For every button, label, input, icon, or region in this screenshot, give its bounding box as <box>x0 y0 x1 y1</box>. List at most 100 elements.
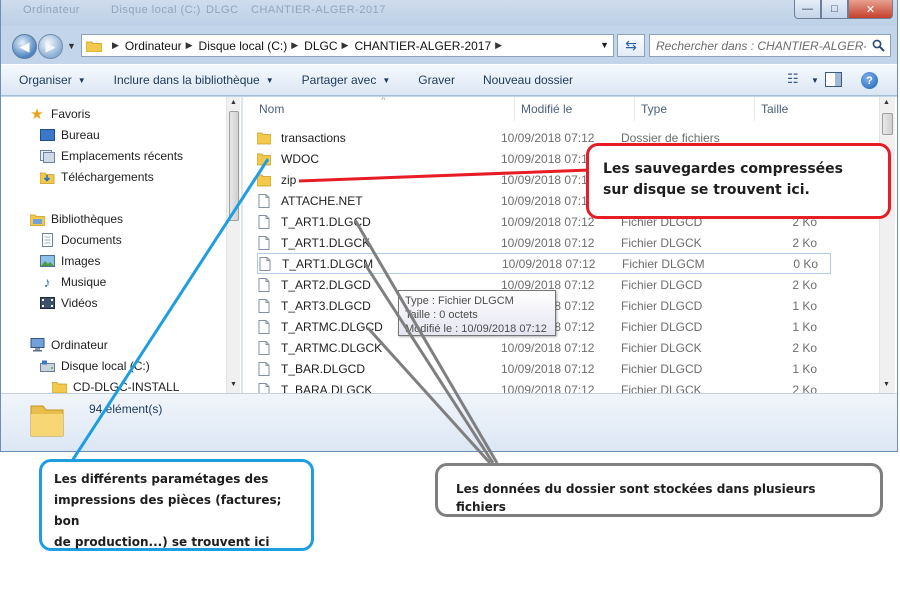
file-list-scrollbar[interactable]: ▲ ▼ <box>879 97 895 393</box>
minimize-button[interactable]: — <box>794 0 821 19</box>
file-type: Fichier DLGCK <box>621 382 702 394</box>
file-list-scroll-thumb[interactable] <box>882 113 893 135</box>
scroll-up-icon[interactable]: ▲ <box>230 99 237 106</box>
scroll-down-icon[interactable]: ▼ <box>883 381 890 388</box>
column-header-type[interactable]: Type <box>635 97 755 121</box>
breadcrumb-ordinateur[interactable]: Ordinateur <box>125 39 182 53</box>
documents-icon <box>39 233 55 247</box>
refresh-button[interactable]: ⇆ <box>617 34 645 57</box>
file-name: T_ART1.DLGCK <box>281 235 371 250</box>
nav-scrollbar[interactable]: ▲ ▼ <box>226 97 240 393</box>
recent-pages-dropdown[interactable]: ▼ <box>67 41 76 51</box>
nav-desktop[interactable]: Bureau <box>39 128 100 142</box>
column-header-size[interactable]: Taille <box>755 97 875 121</box>
breadcrumb-local-disk[interactable]: Disque local (C:) <box>199 39 288 53</box>
nav-music[interactable]: ♪ Musique <box>39 274 107 290</box>
nav-cd-install[interactable]: CD-DLGC-INSTALL <box>51 380 179 393</box>
nav-documents[interactable]: Documents <box>39 233 122 247</box>
chevron-down-icon[interactable]: ▼ <box>811 76 819 85</box>
address-row: ◀ ▶ ▼ ▶ Ordinateur ▶ Disque local (C:) ▶… <box>1 28 897 62</box>
folder-icon <box>257 153 271 165</box>
file-type: Fichier DLGCD <box>621 319 703 334</box>
scroll-down-icon[interactable]: ▼ <box>230 381 237 388</box>
file-row[interactable]: T_BARA.DLGCK 10/09/2018 07:12 Fichier DLGC… <box>257 379 831 393</box>
music-icon: ♪ <box>43 274 51 290</box>
videos-icon <box>39 296 55 310</box>
nav-label: Ordinateur <box>51 338 108 352</box>
organize-label: Organiser <box>19 73 72 87</box>
file-size: 2 Ko <box>792 277 817 292</box>
file-row[interactable]: T_ART1.DLGCK 10/09/2018 07:12 Fichier DLGC… <box>257 232 831 253</box>
address-history-dropdown[interactable]: ▼ <box>600 40 609 50</box>
file-icon <box>258 382 270 393</box>
nav-label: Images <box>61 254 101 268</box>
address-bar[interactable]: ▶ Ordinateur ▶ Disque local (C:) ▶ DLGC … <box>81 34 614 57</box>
folder-icon <box>257 174 271 186</box>
chevron-down-icon: ▼ <box>265 75 274 85</box>
close-button[interactable]: ✕ <box>848 0 893 19</box>
breadcrumb-separator[interactable]: ▶ <box>342 40 349 51</box>
nav-recent-places[interactable]: Emplacements récents <box>39 149 183 163</box>
search-box[interactable] <box>649 34 891 57</box>
search-icon[interactable] <box>872 39 885 52</box>
breadcrumb-separator[interactable]: ▶ <box>495 40 502 51</box>
page: Ordinateur Disque local (C:) DLGC CHANTI… <box>0 0 900 589</box>
command-bar: Organiser ▼ Inclure dans la bibliothèque ▼… <box>1 64 897 96</box>
breadcrumb-chantier[interactable]: CHANTIER-ALGER-2017 <box>354 39 491 53</box>
file-date: 10/09/2018 07:12 <box>501 340 595 355</box>
file-list: ˄ Nom Modifié le Type Taille transaction… <box>243 97 897 393</box>
nav-label: Musique <box>61 275 107 289</box>
breadcrumb-separator[interactable]: ▶ <box>112 40 119 51</box>
file-name: T_ARTMC.DLGCK <box>281 340 383 355</box>
nav-local-disk[interactable]: Disque local (C:) <box>39 359 150 373</box>
file-row[interactable]: T_ARTMC.DLGCK 10/09/2018 07:12 Fichier DLG… <box>257 337 831 358</box>
folder-large-icon <box>30 405 64 437</box>
burn-button[interactable]: Graver <box>418 73 455 87</box>
preview-pane-icon[interactable] <box>825 72 842 87</box>
file-size: 1 Ko <box>792 298 817 313</box>
nav-scroll-thumb[interactable] <box>229 111 239 221</box>
breadcrumb-separator[interactable]: ▶ <box>291 40 298 51</box>
nav-downloads[interactable]: Téléchargements <box>39 170 154 184</box>
forward-button[interactable]: ▶ <box>38 34 63 59</box>
file-name-cell: T_ART1.DLGCK <box>257 235 501 250</box>
content-area: ★ Favoris Bureau Emplacements récents Tél… <box>1 97 897 393</box>
column-header-name[interactable]: ˄ Nom <box>243 97 515 121</box>
file-icon <box>258 361 270 376</box>
nav-libraries[interactable]: Bibliothèques <box>29 212 123 226</box>
nav-images[interactable]: Images <box>39 254 100 268</box>
back-button[interactable]: ◀ <box>12 34 37 59</box>
column-header-modified[interactable]: Modifié le <box>515 97 635 121</box>
breadcrumb-dlgc[interactable]: DLGC <box>304 39 337 53</box>
breadcrumb-separator[interactable]: ▶ <box>186 40 193 51</box>
nav-label: Bureau <box>61 128 100 142</box>
title-ghost-text: Ordinateur <box>23 4 80 16</box>
file-name: T_ART3.DLGCD <box>281 298 371 313</box>
nav-favorites[interactable]: ★ Favoris <box>29 106 90 123</box>
tooltip-type: Type : Fichier DLGCM <box>405 295 514 307</box>
nav-computer[interactable]: Ordinateur <box>29 338 108 352</box>
search-input[interactable] <box>656 38 866 53</box>
computer-icon <box>29 338 45 352</box>
file-date: 10/09/2018 07:12 <box>501 382 595 394</box>
file-row[interactable]: T_BAR.DLGCD 10/09/2018 07:12 Fichier DLGCD… <box>257 358 831 379</box>
new-folder-button[interactable]: Nouveau dossier <box>483 73 573 87</box>
file-name: WDOC <box>281 151 319 166</box>
nav-label: Emplacements récents <box>61 149 184 163</box>
arrow-right-icon: ▶ <box>45 38 56 54</box>
file-name-cell: T_BAR.DLGCD <box>257 361 501 376</box>
nav-videos[interactable]: Vidéos <box>39 296 97 310</box>
view-options-icon[interactable]: ☷ <box>787 71 799 87</box>
organize-button[interactable]: Organiser ▼ <box>19 73 86 87</box>
window-controls: — □ ✕ <box>794 0 893 19</box>
share-with-button[interactable]: Partager avec ▼ <box>302 73 391 87</box>
title-ghost-text: CHANTIER-ALGER-2017 <box>251 4 386 16</box>
help-icon[interactable]: ? <box>861 72 878 89</box>
file-row[interactable]: T_ART1.DLGCM 10/09/2018 07:12 Fichier DLGC… <box>257 253 831 274</box>
include-in-library-button[interactable]: Inclure dans la bibliothèque ▼ <box>114 73 274 87</box>
scroll-up-icon[interactable]: ▲ <box>883 99 890 106</box>
maximize-button[interactable]: □ <box>821 0 848 19</box>
file-size: 1 Ko <box>792 319 817 334</box>
file-size: 1 Ko <box>792 361 817 376</box>
title-bar[interactable]: Ordinateur Disque local (C:) DLGC CHANTI… <box>1 0 897 26</box>
